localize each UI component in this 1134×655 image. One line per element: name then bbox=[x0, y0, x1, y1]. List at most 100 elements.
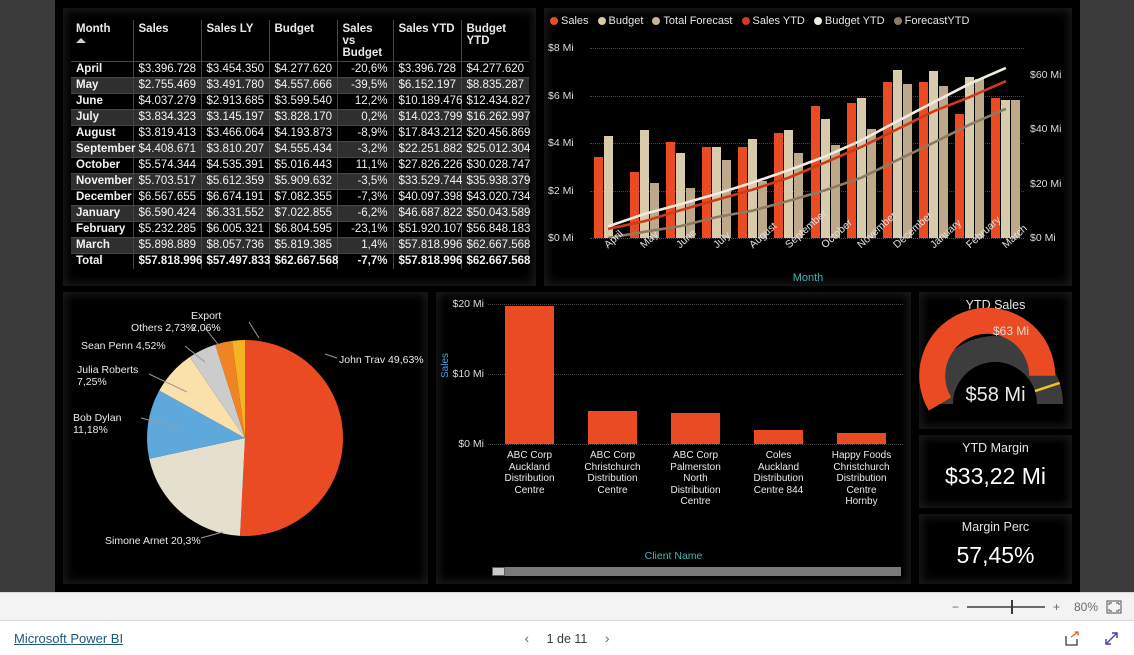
legend-label: Sales YTD bbox=[752, 15, 805, 27]
table-cell-month: December bbox=[71, 189, 134, 206]
category-label: ABC Corp Auckland Distribution Centre bbox=[504, 450, 555, 496]
table-cell-sales: $6.590.424 bbox=[133, 205, 202, 222]
table-cell-month: November bbox=[71, 173, 134, 190]
margin-perc-title: Margin Perc bbox=[961, 520, 1030, 534]
table-cell-month: March bbox=[71, 237, 134, 254]
table-header-row[interactable]: Month Sales Sales LY Budget Sales vs Budget S… bbox=[71, 20, 529, 62]
table-cell-sales: $5.703.517 bbox=[133, 173, 202, 190]
sort-ascending-icon[interactable] bbox=[76, 38, 86, 43]
table-row[interactable]: March $5.898.889 $8.057.736 $5.819.385 1,4% $… bbox=[71, 237, 530, 254]
zoom-toolbar[interactable]: − + 80% bbox=[0, 592, 1134, 621]
table-header-label: Sales YTD bbox=[398, 23, 455, 35]
client-category-axis: ABC Corp Auckland Distribution Centre ABC… bbox=[488, 450, 903, 508]
table-row[interactable]: December $6.567.655 $6.674.191 $7.082.355 -7… bbox=[71, 189, 530, 206]
legend-label: Budget YTD bbox=[824, 15, 885, 27]
client-bar[interactable] bbox=[837, 432, 886, 444]
scrollbar-thumb[interactable] bbox=[492, 567, 505, 576]
ytd-margin-card[interactable]: YTD Margin $33,22 Mi bbox=[919, 435, 1072, 508]
table-cell-budget-ytd: $43.020.734 bbox=[461, 189, 530, 206]
next-page-button[interactable]: › bbox=[591, 630, 624, 646]
pie-slice[interactable] bbox=[239, 340, 344, 536]
table-cell-svb: 0,2% bbox=[337, 109, 394, 126]
pie-area[interactable]: John Trav 49,63% Simone Arnet 20,3% Bob Dy… bbox=[63, 292, 428, 584]
legend-item[interactable]: ForecastYTD bbox=[893, 15, 969, 27]
table-header-sales[interactable]: Sales bbox=[133, 20, 202, 62]
client-bar[interactable] bbox=[505, 306, 554, 444]
axis-tick-label: $0 Mi bbox=[1030, 232, 1056, 244]
zoom-out-button[interactable]: − bbox=[952, 600, 959, 614]
table-row[interactable]: April $3.396.728 $3.454.350 $4.277.620 -20,6… bbox=[71, 61, 529, 78]
table-cell-sales-ly: $6.331.552 bbox=[201, 205, 270, 222]
combo-plot-area[interactable] bbox=[590, 48, 1024, 239]
monthly-sales-table[interactable]: Month Sales Sales LY Budget Sales vs Budget S… bbox=[71, 20, 530, 269]
table-cell-budget: $62.667.568 bbox=[269, 253, 338, 269]
client-bar[interactable] bbox=[671, 413, 720, 444]
fit-page-icon[interactable] bbox=[1106, 599, 1122, 614]
table-cell-sales-ytd: $22.251.882 bbox=[393, 141, 462, 158]
combo-right-value-axis: $0 Mi $20 Mi $40 Mi $60 Mi bbox=[1026, 48, 1070, 244]
table-row[interactable]: May $2.755.469 $3.491.780 $4.557.666 -39,5% $… bbox=[71, 77, 529, 94]
table-cell-sales-ly: $4.535.391 bbox=[201, 157, 270, 174]
table-header-budget-ytd[interactable]: Budget YTD bbox=[461, 20, 529, 62]
zoom-in-button[interactable]: + bbox=[1053, 600, 1060, 614]
table-header-sales-ytd[interactable]: Sales YTD bbox=[393, 20, 462, 62]
combo-chart-legend[interactable]: Sales Budget Total Forecast Sales YTD Budget… bbox=[550, 15, 969, 27]
footer-actions[interactable] bbox=[1064, 630, 1120, 647]
legend-item[interactable]: Sales bbox=[550, 15, 589, 27]
table-header-sales-vs-budget[interactable]: Sales vs Budget bbox=[337, 20, 394, 62]
table-body[interactable]: April $3.396.728 $3.454.350 $4.277.620 -20,6… bbox=[71, 61, 530, 269]
client-bar[interactable] bbox=[754, 430, 803, 444]
client-bar[interactable] bbox=[588, 411, 637, 444]
table-row[interactable]: September $4.408.671 $3.810.207 $4.555.434-… bbox=[71, 141, 530, 158]
table-row[interactable]: June $4.037.279 $2.913.685 $3.599.540 12,2% $… bbox=[71, 93, 530, 110]
pie-data-label: Export 2,06% bbox=[191, 310, 222, 334]
table-cell-sales-ytd: $10.189.476 bbox=[393, 93, 462, 110]
table-header-label: Sales bbox=[138, 23, 169, 35]
table-cell-budget-ytd: $62.667.568 bbox=[461, 237, 530, 254]
table-row[interactable]: Total $57.818.996 $57.497.833 $62.667.568 -7… bbox=[71, 253, 530, 269]
category-label: Coles Auckland Distribution Centre 844 bbox=[753, 450, 804, 496]
client-chart-scrollbar[interactable] bbox=[492, 567, 901, 576]
table-cell-sales: $2.755.469 bbox=[133, 77, 202, 94]
table-cell-budget: $7.082.355 bbox=[269, 189, 338, 206]
table-header-month[interactable]: Month bbox=[71, 20, 134, 62]
table-row[interactable]: November $5.703.517 $5.612.359 $5.909.632 -3… bbox=[71, 173, 530, 190]
sales-budget-forecast-combo-chart[interactable]: Sales Budget Total Forecast Sales YTD Budget… bbox=[544, 8, 1072, 286]
pie-data-label: Bob Dylan 11,18% bbox=[73, 412, 122, 436]
table-row[interactable]: February $5.232.285 $6.005.321 $6.804.595 -2… bbox=[71, 221, 530, 238]
table-row[interactable]: October $5.574.344 $4.535.391 $5.016.443 11,… bbox=[71, 157, 530, 174]
legend-item[interactable]: Sales YTD bbox=[741, 15, 805, 27]
legend-swatch-icon bbox=[893, 17, 902, 25]
client-bars[interactable] bbox=[488, 304, 903, 444]
table-header-label: Budget YTD bbox=[466, 23, 507, 47]
pie-leader-line bbox=[200, 531, 224, 539]
legend-item[interactable]: Budget YTD bbox=[813, 15, 885, 27]
table-cell-month: June bbox=[71, 93, 134, 110]
table-row[interactable]: August $3.819.413 $3.466.064 $4.193.873 -8,9… bbox=[71, 125, 530, 142]
page-navigation[interactable]: ‹ 1 de 11 › bbox=[0, 630, 1134, 646]
table-cell-month: February bbox=[71, 221, 134, 238]
axis-tick-label: $40 Mi bbox=[1030, 123, 1062, 136]
previous-page-button[interactable]: ‹ bbox=[510, 630, 543, 646]
margin-perc-card[interactable]: Margin Perc 57,45% bbox=[919, 514, 1072, 584]
table-row[interactable]: January $6.590.424 $6.331.552 $7.022.855 -6,… bbox=[71, 205, 530, 222]
report-canvas: Month Sales Sales LY Budget Sales vs Budget S… bbox=[55, 0, 1080, 592]
zoom-slider[interactable] bbox=[966, 599, 1045, 614]
fullscreen-icon[interactable] bbox=[1103, 630, 1120, 647]
legend-item[interactable]: Budget bbox=[597, 15, 643, 27]
sales-by-salesperson-pie-chart[interactable]: John Trav 49,63% Simone Arnet 20,3% Bob Dy… bbox=[63, 292, 428, 584]
monthly-sales-table-visual[interactable]: Month Sales Sales LY Budget Sales vs Budget S… bbox=[63, 8, 536, 286]
table-header-budget[interactable]: Budget bbox=[269, 20, 338, 62]
client-plot-area[interactable] bbox=[488, 304, 903, 445]
table-cell-budget: $4.193.873 bbox=[269, 125, 338, 142]
table-row[interactable]: July $3.834.323 $3.145.197 $3.828.170 0,2% $1… bbox=[71, 109, 530, 126]
table-header-sales-ly[interactable]: Sales LY bbox=[201, 20, 270, 62]
share-icon[interactable] bbox=[1064, 630, 1081, 647]
ytd-sales-gauge[interactable]: YTD Sales $63 Mi $58 Mi bbox=[919, 292, 1072, 429]
table-cell-svb: -6,2% bbox=[337, 205, 394, 222]
zoom-slider-knob[interactable] bbox=[1010, 599, 1013, 614]
legend-item[interactable]: Total Forecast bbox=[652, 15, 733, 27]
sales-by-client-bar-chart[interactable]: $0 Mi $10 Mi $20 Mi Sales ABC Corp Aucklan… bbox=[436, 292, 911, 584]
table-cell-budget: $4.557.666 bbox=[269, 77, 338, 94]
table-cell-month: May bbox=[71, 77, 134, 94]
